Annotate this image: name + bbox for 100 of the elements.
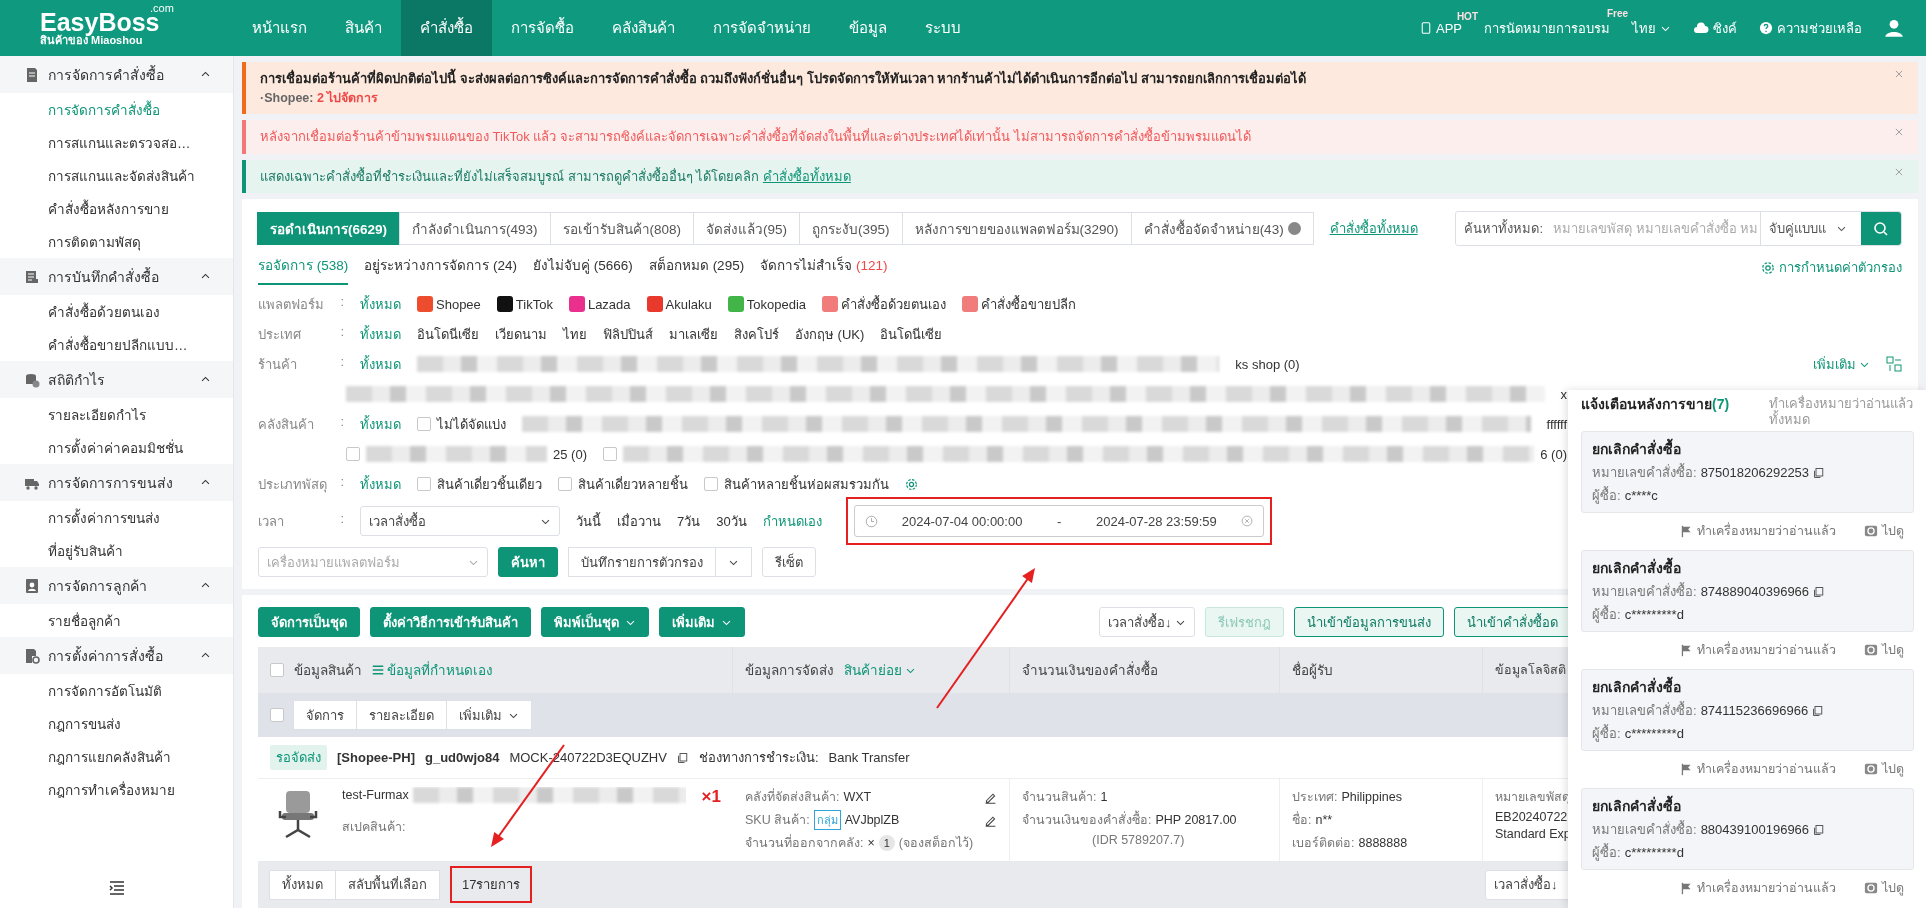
nav-menu-item[interactable]: สินค้า [326, 0, 401, 56]
filter-option[interactable]: คำสั่งซื้อขายปลีก [981, 293, 1077, 315]
product-name[interactable]: test-Furmax [342, 788, 409, 803]
checkbox[interactable] [270, 663, 284, 678]
filter-option[interactable]: Lazada [587, 296, 631, 312]
sidebar-item[interactable]: กฎการแยกคลังสินค้า [0, 740, 233, 773]
view-link[interactable]: ไปดู [1882, 878, 1904, 899]
sidebar-item[interactable]: การสแกนและจัดส่งสินค้า [0, 159, 233, 192]
sidebar-item[interactable]: รายละเอียดกำไร [0, 398, 233, 431]
filter-option[interactable]: ฟิลิปปินส์ [603, 323, 653, 345]
sidebar-item[interactable]: กฎการทำเครื่องหมาย [0, 773, 233, 806]
help-link[interactable]: ความช่วยเหลือ [1777, 17, 1862, 39]
sub-tab[interactable]: อยู่ระหว่างการจัดการ (24) [364, 250, 518, 286]
time-quick-option[interactable]: กำหนดเอง [762, 510, 822, 532]
status-tab[interactable]: คำสั่งซื้อจัดจำหน่าย(43) [1130, 212, 1314, 246]
batch-action-button[interactable]: จัดการเป็นชุด [258, 607, 360, 638]
time-type-select[interactable]: เวลาสั่งซื้อ [360, 506, 560, 537]
view-link[interactable]: ไปดู [1882, 521, 1904, 542]
filter-option[interactable]: คำสั่งซื้อด้วยตนเอง [841, 293, 947, 315]
nav-menu-item[interactable]: การจัดซื้อ [492, 0, 593, 56]
filter-option[interactable]: อินโดนีเซีย [880, 323, 943, 345]
mark-read-link[interactable]: ทำเครื่องหมายว่าอ่านแล้ว [1697, 878, 1836, 899]
sidebar-item[interactable]: การสแกนและตรวจสอ… [0, 126, 233, 159]
sidebar-section-header[interactable]: การตั้งค่าการสั่งซื้อ [0, 637, 233, 674]
view-link[interactable]: ไปดู [1882, 759, 1904, 780]
time-quick-option[interactable]: วันนี้ [576, 510, 601, 532]
filter-option[interactable]: ทั้งหมด [360, 473, 401, 495]
nav-menu-item[interactable]: ข้อมูล [830, 0, 906, 56]
filter-option[interactable]: Akulaku [665, 296, 712, 312]
row-action-button[interactable]: รายละเอียด [356, 700, 447, 731]
filter-option[interactable]: ทั้งหมด [360, 293, 401, 315]
time-quick-option[interactable]: 30วัน [716, 510, 747, 532]
training-link[interactable]: การนัดหมายการอบรม [1484, 17, 1610, 39]
filter-option[interactable]: มาเลเซีย [669, 323, 718, 345]
sort-select[interactable]: เวลาสั่งซื้อ↓ [1099, 607, 1195, 638]
filter-option[interactable]: อินโดนีเซีย [417, 323, 479, 345]
saved-filters-button[interactable]: บันทึกรายการตัวกรอง [568, 547, 716, 578]
nav-menu-item[interactable]: หน้าแรก [233, 0, 326, 56]
import-button[interactable]: นำเข้าคำสั่งซื้อด [1454, 607, 1571, 638]
filter-option[interactable]: TikTok [515, 296, 553, 312]
checkbox[interactable] [417, 477, 431, 492]
checkbox[interactable] [270, 708, 284, 723]
sidebar-item[interactable]: คำสั่งซื้อขายปลีกแบบ… [0, 328, 233, 361]
sync-link[interactable]: ซิงค์ [1713, 17, 1737, 39]
time-quick-option[interactable]: เมื่อวาน [617, 510, 661, 532]
checkbox[interactable] [417, 417, 431, 432]
mark-read-link[interactable]: ทำเครื่องหมายว่าอ่านแล้ว [1697, 640, 1836, 661]
sub-tab[interactable]: สต็อกหมด (295) [648, 250, 745, 286]
all-orders-link[interactable]: คำสั่งซื้อทั้งหมด [1329, 218, 1418, 240]
filter-option[interactable]: อังกฤษ (UK) [795, 323, 865, 345]
filter-option[interactable]: Shopee [436, 296, 481, 312]
sidebar-item[interactable]: การจัดการอัตโนมัติ [0, 674, 233, 707]
checkbox[interactable] [704, 477, 718, 492]
filter-settings-link[interactable]: การกำหนดค่าตัวกรอง [1779, 257, 1902, 279]
sub-tab[interactable]: รอจัดการ (538) [258, 250, 349, 286]
sidebar-section-header[interactable]: การจัดการคำสั่งซื้อ [0, 56, 233, 93]
sidebar-item[interactable]: การตั้งค่าการขนส่ง [0, 501, 233, 534]
search-button[interactable]: ค้นหา [498, 547, 558, 578]
filter-option[interactable]: ทั้งหมด [360, 323, 401, 345]
sidebar-item[interactable]: กฎการขนส่ง [0, 707, 233, 740]
status-tab[interactable]: รอเข้ารับสินค้า(808) [549, 212, 695, 246]
status-tab[interactable]: กำลังดำเนินการ(493) [399, 212, 551, 246]
sidebar-section-header[interactable]: การบันทึกคำสั่งซื้อ [0, 258, 233, 295]
row-action-button[interactable]: เพิ่มเติม [446, 700, 532, 731]
checkbox[interactable] [558, 477, 572, 492]
sub-tab[interactable]: ยังไม่จับคู่ (5666) [533, 250, 633, 286]
row-action-button[interactable]: จัดการ [293, 700, 357, 731]
sidebar-item[interactable]: คำสั่งซื้อด้วยตนเอง [0, 295, 233, 328]
sidebar-item[interactable]: การจัดการคำสั่งซื้อ [0, 93, 233, 126]
saved-filters-dropdown[interactable] [715, 547, 752, 578]
sidebar-section-header[interactable]: การจัดการการขนส่ง [0, 464, 233, 501]
filter-option[interactable]: สิงคโปร์ [734, 323, 779, 345]
sidebar-item[interactable]: รายชื่อลูกค้า [0, 604, 233, 637]
filter-option[interactable]: ไทย [563, 323, 587, 345]
sub-tab[interactable]: จัดการไม่สำเร็จ (121) [760, 250, 888, 286]
sidebar-item[interactable]: คำสั่งซื้อหลังการขาย [0, 192, 233, 225]
invert-selection-button[interactable]: สลับพื้นที่เลือก [335, 869, 440, 900]
sidebar-item[interactable]: การติดตามพัสดุ [0, 225, 233, 258]
language-select[interactable]: ไทย [1632, 17, 1671, 39]
view-link[interactable]: ไปดู [1882, 640, 1904, 661]
sidebar-item[interactable]: ที่อยู่รับสินค้า [0, 534, 233, 567]
search-field[interactable]: ค้นหาทั้งหมด: หมายเลขพัสดุ หมายเลขคำสั่งซื้อ หม จับคู่แบบแ [1455, 211, 1902, 247]
filter-option[interactable]: เวียดนาม [495, 323, 547, 345]
nav-menu-item[interactable]: ระบบ [906, 0, 980, 56]
mark-read-link[interactable]: ทำเครื่องหมายว่าอ่านแล้ว [1697, 521, 1836, 542]
checkbox[interactable] [603, 447, 617, 462]
filter-option[interactable]: Tokopedia [746, 296, 807, 312]
nav-menu-item[interactable]: การจัดจำหน่าย [694, 0, 830, 56]
status-tab[interactable]: หลังการขายของแพลตฟอร์ม(3290) [901, 212, 1132, 246]
filter-option[interactable]: ทั้งหมด [360, 413, 401, 435]
status-tab[interactable]: จัดส่งแล้ว(95) [693, 212, 801, 246]
time-quick-option[interactable]: 7วัน [677, 510, 701, 532]
status-tab[interactable]: รอดำเนินการ(6629) [257, 212, 401, 246]
nav-menu-item[interactable]: คลังสินค้า [593, 0, 694, 56]
filter-option[interactable]: ทั้งหมด [360, 353, 401, 375]
filter-option[interactable]: ks shop (0) [1235, 356, 1300, 372]
status-tab[interactable]: ถูกระงับ(395) [799, 212, 903, 246]
checkbox[interactable] [346, 447, 360, 462]
reset-button[interactable]: รีเซ็ต [762, 547, 816, 578]
more-link[interactable]: เพิ่มเติม [1813, 353, 1856, 375]
